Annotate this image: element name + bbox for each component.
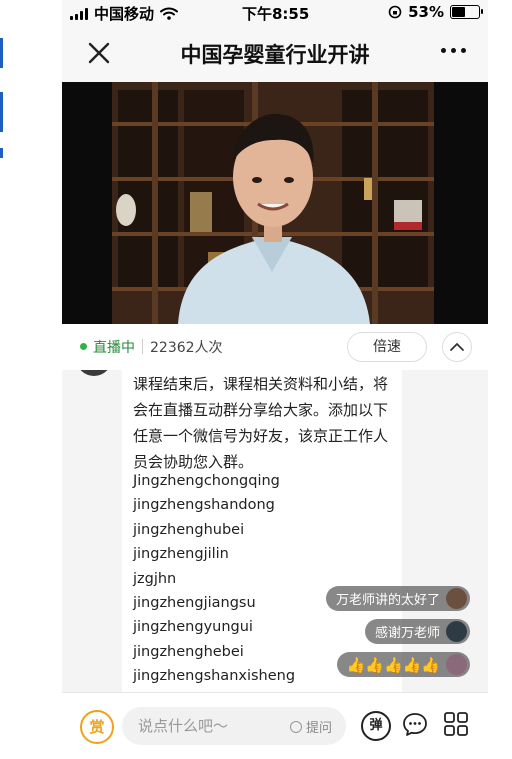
reward-button[interactable]: 赏: [80, 710, 114, 744]
background-page-right: [487, 0, 512, 759]
carrier-name: 中国移动: [94, 5, 155, 23]
live-status-bar: 直播中 22362人次 倍速: [62, 324, 488, 370]
ask-label: 提问: [306, 721, 333, 736]
comment-text: 万老师讲的太好了: [335, 593, 440, 608]
battery-percent: 53%: [408, 3, 444, 21]
page-artifact: [0, 92, 3, 132]
chat-feed[interactable]: 课程结束后，课程相关资料和小结，将会在直播互动群分享给大家。添加以下任意一个微信…: [62, 370, 488, 692]
playback-speed-button[interactable]: 倍速: [347, 332, 427, 362]
signal-icon: [70, 7, 88, 20]
page-artifact: [0, 148, 3, 158]
floating-comment: 👍👍👍👍👍: [336, 652, 470, 677]
wechat-id-item: jzgjhn: [133, 570, 177, 587]
floating-comment: 感谢万老师: [364, 619, 470, 644]
wechat-id-item: jingzhengshanxisheng: [133, 668, 296, 685]
wechat-id-item: Jingzhengchongqing: [133, 473, 280, 489]
radio-icon: [290, 720, 302, 733]
collapse-button[interactable]: [442, 332, 472, 362]
danmaku-button[interactable]: 弹: [361, 711, 391, 741]
live-video-player[interactable]: [62, 82, 488, 324]
view-count: 22362人次: [150, 340, 223, 356]
wechat-id-item: jingzhenghubei: [133, 521, 245, 538]
floating-comment: 万老师讲的太好了: [325, 586, 470, 611]
live-status-label: 直播中: [93, 340, 135, 356]
wechat-id-list: Jingzhengchongqing jingzhengshandong jingz…: [133, 469, 295, 689]
clock: 下午8:55: [242, 5, 310, 23]
chevron-up-icon: [450, 343, 464, 351]
rotation-lock-icon: [388, 5, 402, 19]
status-bar: 中国移动 下午8:55 53%: [62, 0, 488, 24]
video-frame: [112, 82, 434, 324]
ask-question-toggle[interactable]: 提问: [290, 717, 332, 736]
battery-icon: [450, 5, 483, 19]
nav-bar: 中国孕婴童行业开讲: [62, 24, 488, 82]
page-artifact: [0, 38, 3, 68]
avatar: [76, 370, 112, 376]
wifi-icon: [160, 7, 179, 20]
live-indicator-dot: [80, 343, 87, 350]
avatar: [446, 654, 467, 675]
comment-text: 感谢万老师: [374, 626, 440, 641]
message-text: 课程结束后，课程相关资料和小结，将会在直播互动群分享给大家。添加以下任意一个微信…: [133, 375, 389, 471]
page-title: 中国孕婴童行业开讲: [180, 43, 370, 67]
wechat-id-item: jingzhengyungui: [133, 619, 253, 636]
battery-fill: [452, 7, 465, 17]
more-dots-icon[interactable]: [441, 48, 466, 53]
wechat-id-item: jingzhenghebei: [133, 643, 244, 660]
grid-menu-icon[interactable]: [443, 711, 469, 737]
wechat-id-item: jingzhengjiangsu: [133, 595, 256, 612]
divider: [142, 339, 143, 354]
bottom-toolbar: 赏 提问 弹: [62, 692, 488, 759]
avatar: [446, 588, 467, 609]
thumbs-up-icon: 👍👍👍👍👍: [346, 655, 440, 674]
phone-screen: 中国移动 下午8:55 53% 中国孕婴童行业开讲 直播中 22362人次 倍速…: [62, 0, 488, 759]
wechat-id-item: jingzhengshandong: [133, 497, 275, 514]
background-page-left: [0, 0, 62, 759]
avatar: [446, 621, 467, 642]
wechat-id-item: jingzhengjilin: [133, 546, 229, 563]
chat-bubble-icon[interactable]: [402, 711, 428, 737]
